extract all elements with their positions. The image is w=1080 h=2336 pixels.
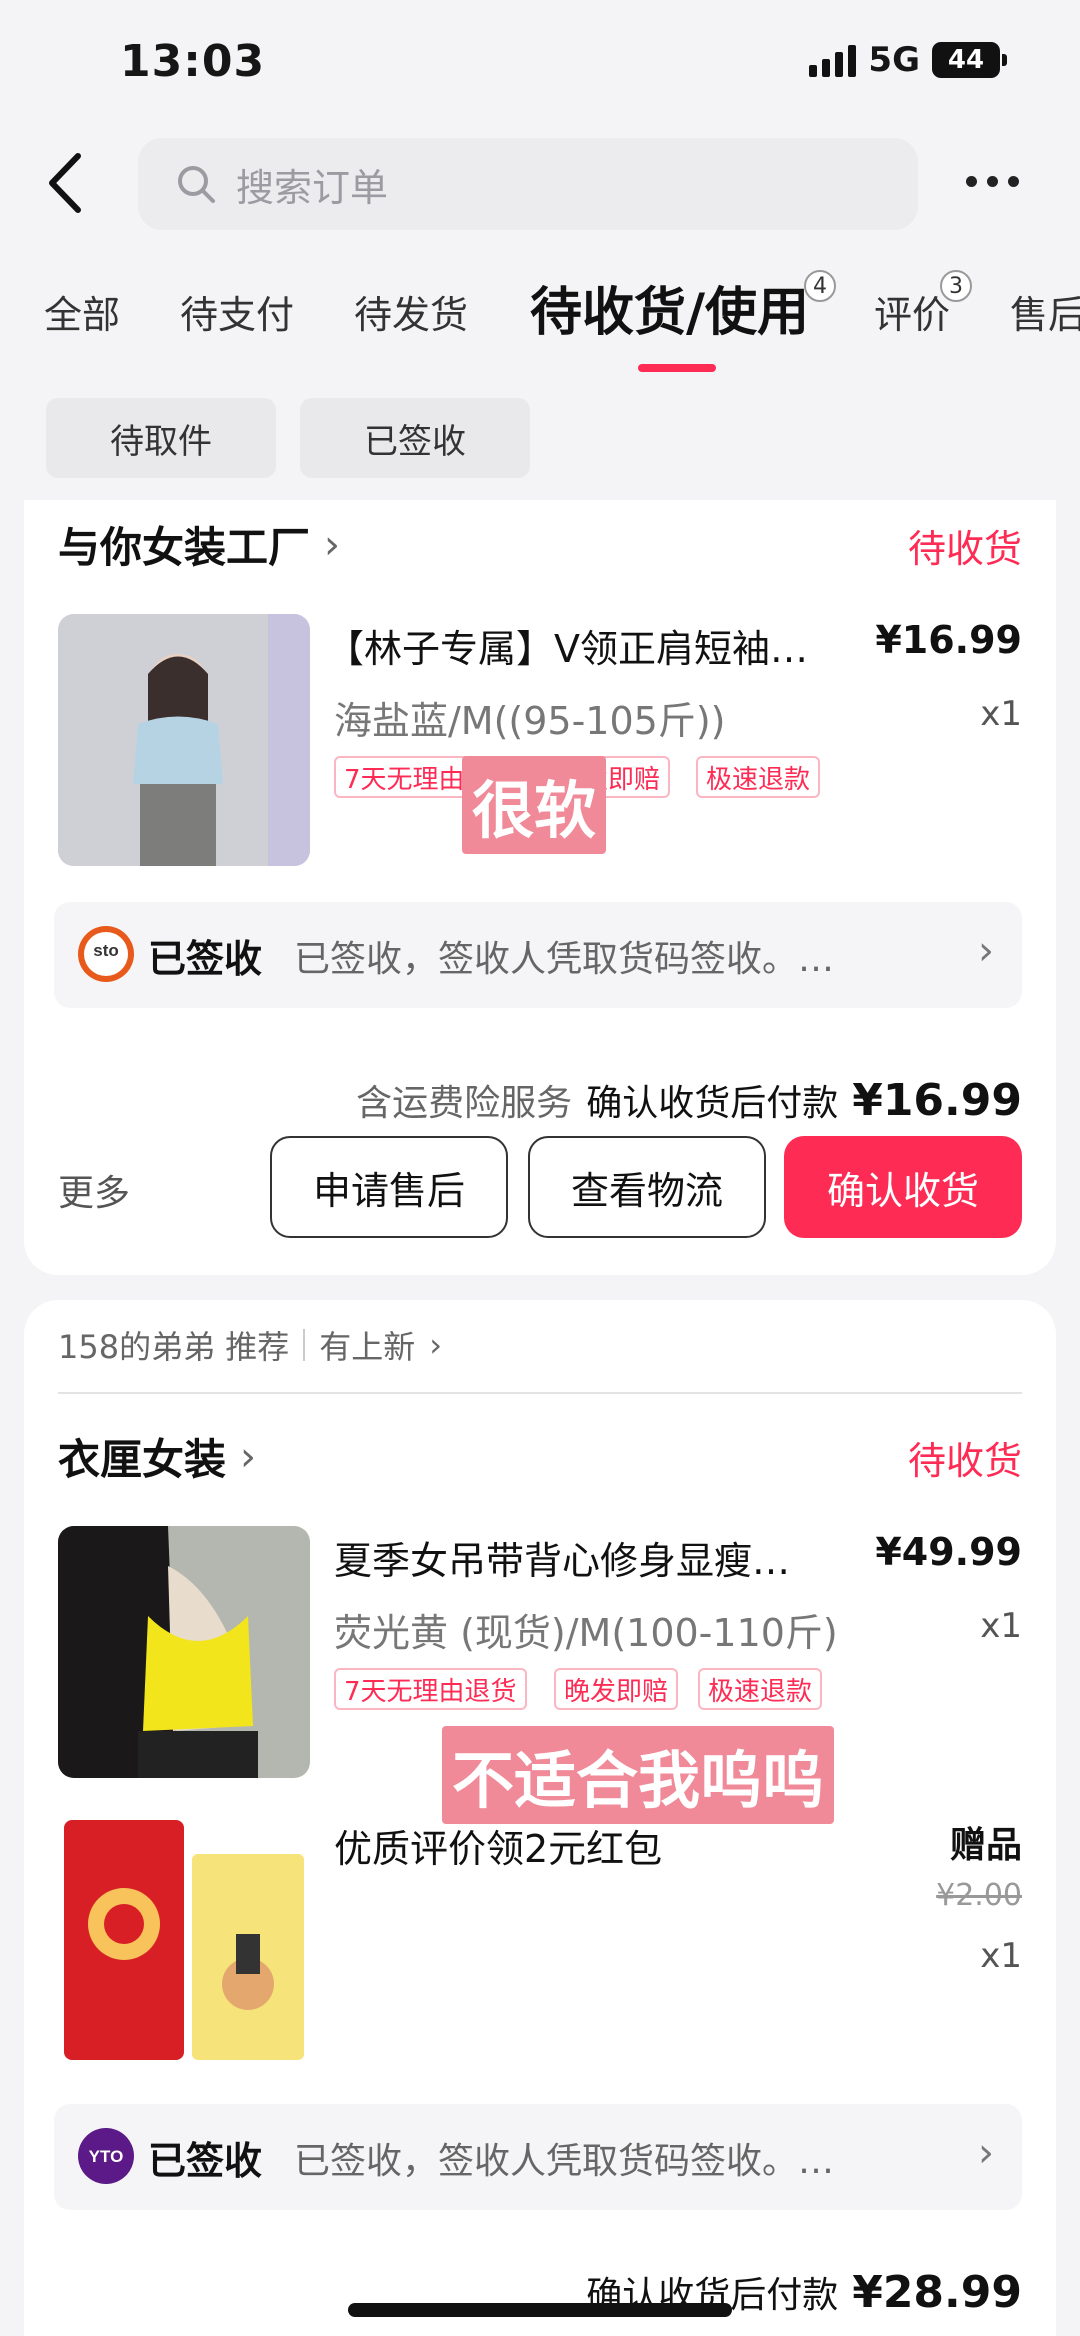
shop-name: 衣厘女装 — [58, 1435, 227, 1484]
search-input[interactable]: 搜索订单 — [138, 138, 918, 230]
product-image — [58, 614, 310, 866]
tab-review-badge: 3 — [940, 270, 972, 302]
gift-title[interactable]: 优质评价领2元红包 — [334, 1818, 662, 1873]
order-card: 158的弟弟 推荐 有上新 › 衣厘女装 › 待收货 夏季女吊带背心修身显瘦… … — [24, 1300, 1056, 2336]
filter-chip-signed[interactable]: 已签收 — [300, 398, 530, 478]
order-status: 待收货 — [907, 1439, 1022, 1483]
tab-pending-payment[interactable]: 待支付 — [180, 284, 294, 339]
logistics-desc: 已签收，签收人凭取货码签收。… — [294, 2141, 835, 2182]
order-summary: 含运费险服务 确认收货后付款 ¥16.99 — [356, 1074, 1022, 1126]
active-tab-indicator — [638, 364, 716, 372]
sto-logo-icon: sto — [78, 926, 134, 982]
overlay-caption: 不适合我呜呜 — [442, 1726, 835, 1824]
recommend-row[interactable]: 158的弟弟 推荐 有上新 › — [58, 1322, 442, 1368]
product-price: ¥49.99 — [875, 1530, 1022, 1574]
service-label: 含运费险服务 — [356, 1083, 573, 1124]
more-options-icon[interactable] — [966, 176, 1019, 187]
more-link[interactable]: 更多 — [58, 1164, 130, 1216]
tab-all[interactable]: 全部 — [44, 284, 120, 339]
search-placeholder: 搜索订单 — [236, 165, 389, 210]
product-image — [58, 1526, 310, 1778]
network-type: 5G — [868, 40, 920, 80]
chevron-right-icon: › — [978, 928, 994, 974]
shop-header[interactable]: 衣厘女装 › — [58, 1426, 256, 1487]
order-status: 待收货 — [907, 527, 1022, 571]
carrier-logo-text: sto — [93, 941, 119, 960]
total-amount: ¥16.99 — [852, 1075, 1022, 1126]
status-time: 13:03 — [120, 36, 266, 87]
chevron-right-icon: › — [978, 2130, 994, 2176]
product-thumbnail[interactable] — [58, 1526, 310, 1778]
red-envelope-image — [64, 1820, 304, 2060]
logistics-row[interactable]: sto 已签收 已签收，签收人凭取货码签收。… › — [54, 902, 1022, 1008]
confirm-receipt-button[interactable]: 确认收货 — [784, 1136, 1022, 1238]
product-price: ¥16.99 — [875, 618, 1022, 662]
product-qty: x1 — [980, 694, 1022, 734]
tab-review[interactable]: 评价 — [874, 284, 950, 339]
divider — [303, 1329, 306, 1361]
gift-thumbnail[interactable] — [58, 1814, 310, 2066]
pay-label: 确认收货后付款 — [586, 1083, 839, 1124]
tab-pending-shipment[interactable]: 待发货 — [354, 284, 468, 339]
tab-after-sale[interactable]: 售后 — [1010, 284, 1080, 339]
tab-pending-receipt-badge: 4 — [804, 270, 836, 302]
battery-level: 44 — [947, 45, 985, 75]
logistics-row[interactable]: YTO 已签收 已签收，签收人凭取货码签收。… › — [54, 2104, 1022, 2210]
product-title[interactable]: 夏季女吊带背心修身显瘦… — [334, 1530, 790, 1585]
battery-icon: 44 — [932, 42, 1007, 78]
filter-chip-pickup[interactable]: 待取件 — [46, 398, 276, 478]
tab-pending-receipt[interactable]: 待收货/使用 — [530, 270, 809, 345]
chevron-right-icon: › — [429, 1326, 443, 1364]
product-spec: 荧光黄 (现货)/M(100-110斤) — [334, 1611, 838, 1655]
search-icon — [178, 166, 215, 203]
shop-name: 与你女装工厂 — [58, 523, 311, 572]
signal-icon — [809, 43, 857, 77]
chevron-right-icon: › — [324, 521, 341, 568]
tag-fast-refund: 极速退款 — [698, 1668, 823, 1710]
overlay-caption: 很软 — [462, 756, 607, 854]
tag-fast-refund: 极速退款 — [696, 756, 821, 798]
apply-after-sale-button[interactable]: 申请售后 — [270, 1136, 508, 1238]
product-title[interactable]: 【林子专属】V领正肩短袖… — [326, 618, 808, 673]
view-logistics-button[interactable]: 查看物流 — [528, 1136, 766, 1238]
carrier-logo-text: YTO — [89, 2147, 124, 2166]
logistics-status: 已签收 — [148, 937, 263, 981]
chevron-right-icon: › — [240, 1433, 257, 1480]
tag-late-compensation: 晚发即赔 — [554, 1668, 679, 1710]
status-indicators: 5G 44 — [809, 40, 1007, 80]
yto-logo-icon: YTO — [78, 2128, 134, 2184]
gift-label: 赠品 — [949, 1825, 1022, 1866]
recommend-new: 有上新 — [319, 1328, 416, 1366]
product-thumbnail[interactable] — [58, 614, 310, 866]
gift-qty: x1 — [980, 1936, 1022, 1976]
product-spec: 海盐蓝/M((95-105斤)) — [334, 699, 726, 743]
total-amount: ¥28.99 — [852, 2267, 1022, 2318]
gift-price: ¥2.00 — [936, 1878, 1022, 1913]
recommend-text: 158的弟弟 推荐 — [58, 1328, 290, 1366]
order-tabs: 全部 待支付 待发货 待收货/使用 4 评价 3 售后 — [0, 270, 1080, 350]
tag-7day-return: 7天无理由退货 — [334, 1668, 527, 1710]
order-card: 与你女装工厂 › 待收货 【林子专属】V领正肩短袖… ¥16.99 海盐蓝/M(… — [24, 500, 1056, 1275]
divider — [58, 1392, 1022, 1394]
shop-header[interactable]: 与你女装工厂 › — [58, 514, 340, 575]
product-qty: x1 — [980, 1606, 1022, 1646]
logistics-desc: 已签收，签收人凭取货码签收。… — [294, 939, 835, 980]
logistics-status: 已签收 — [148, 2139, 263, 2183]
home-indicator — [348, 2303, 732, 2317]
back-arrow-icon[interactable] — [40, 148, 90, 218]
